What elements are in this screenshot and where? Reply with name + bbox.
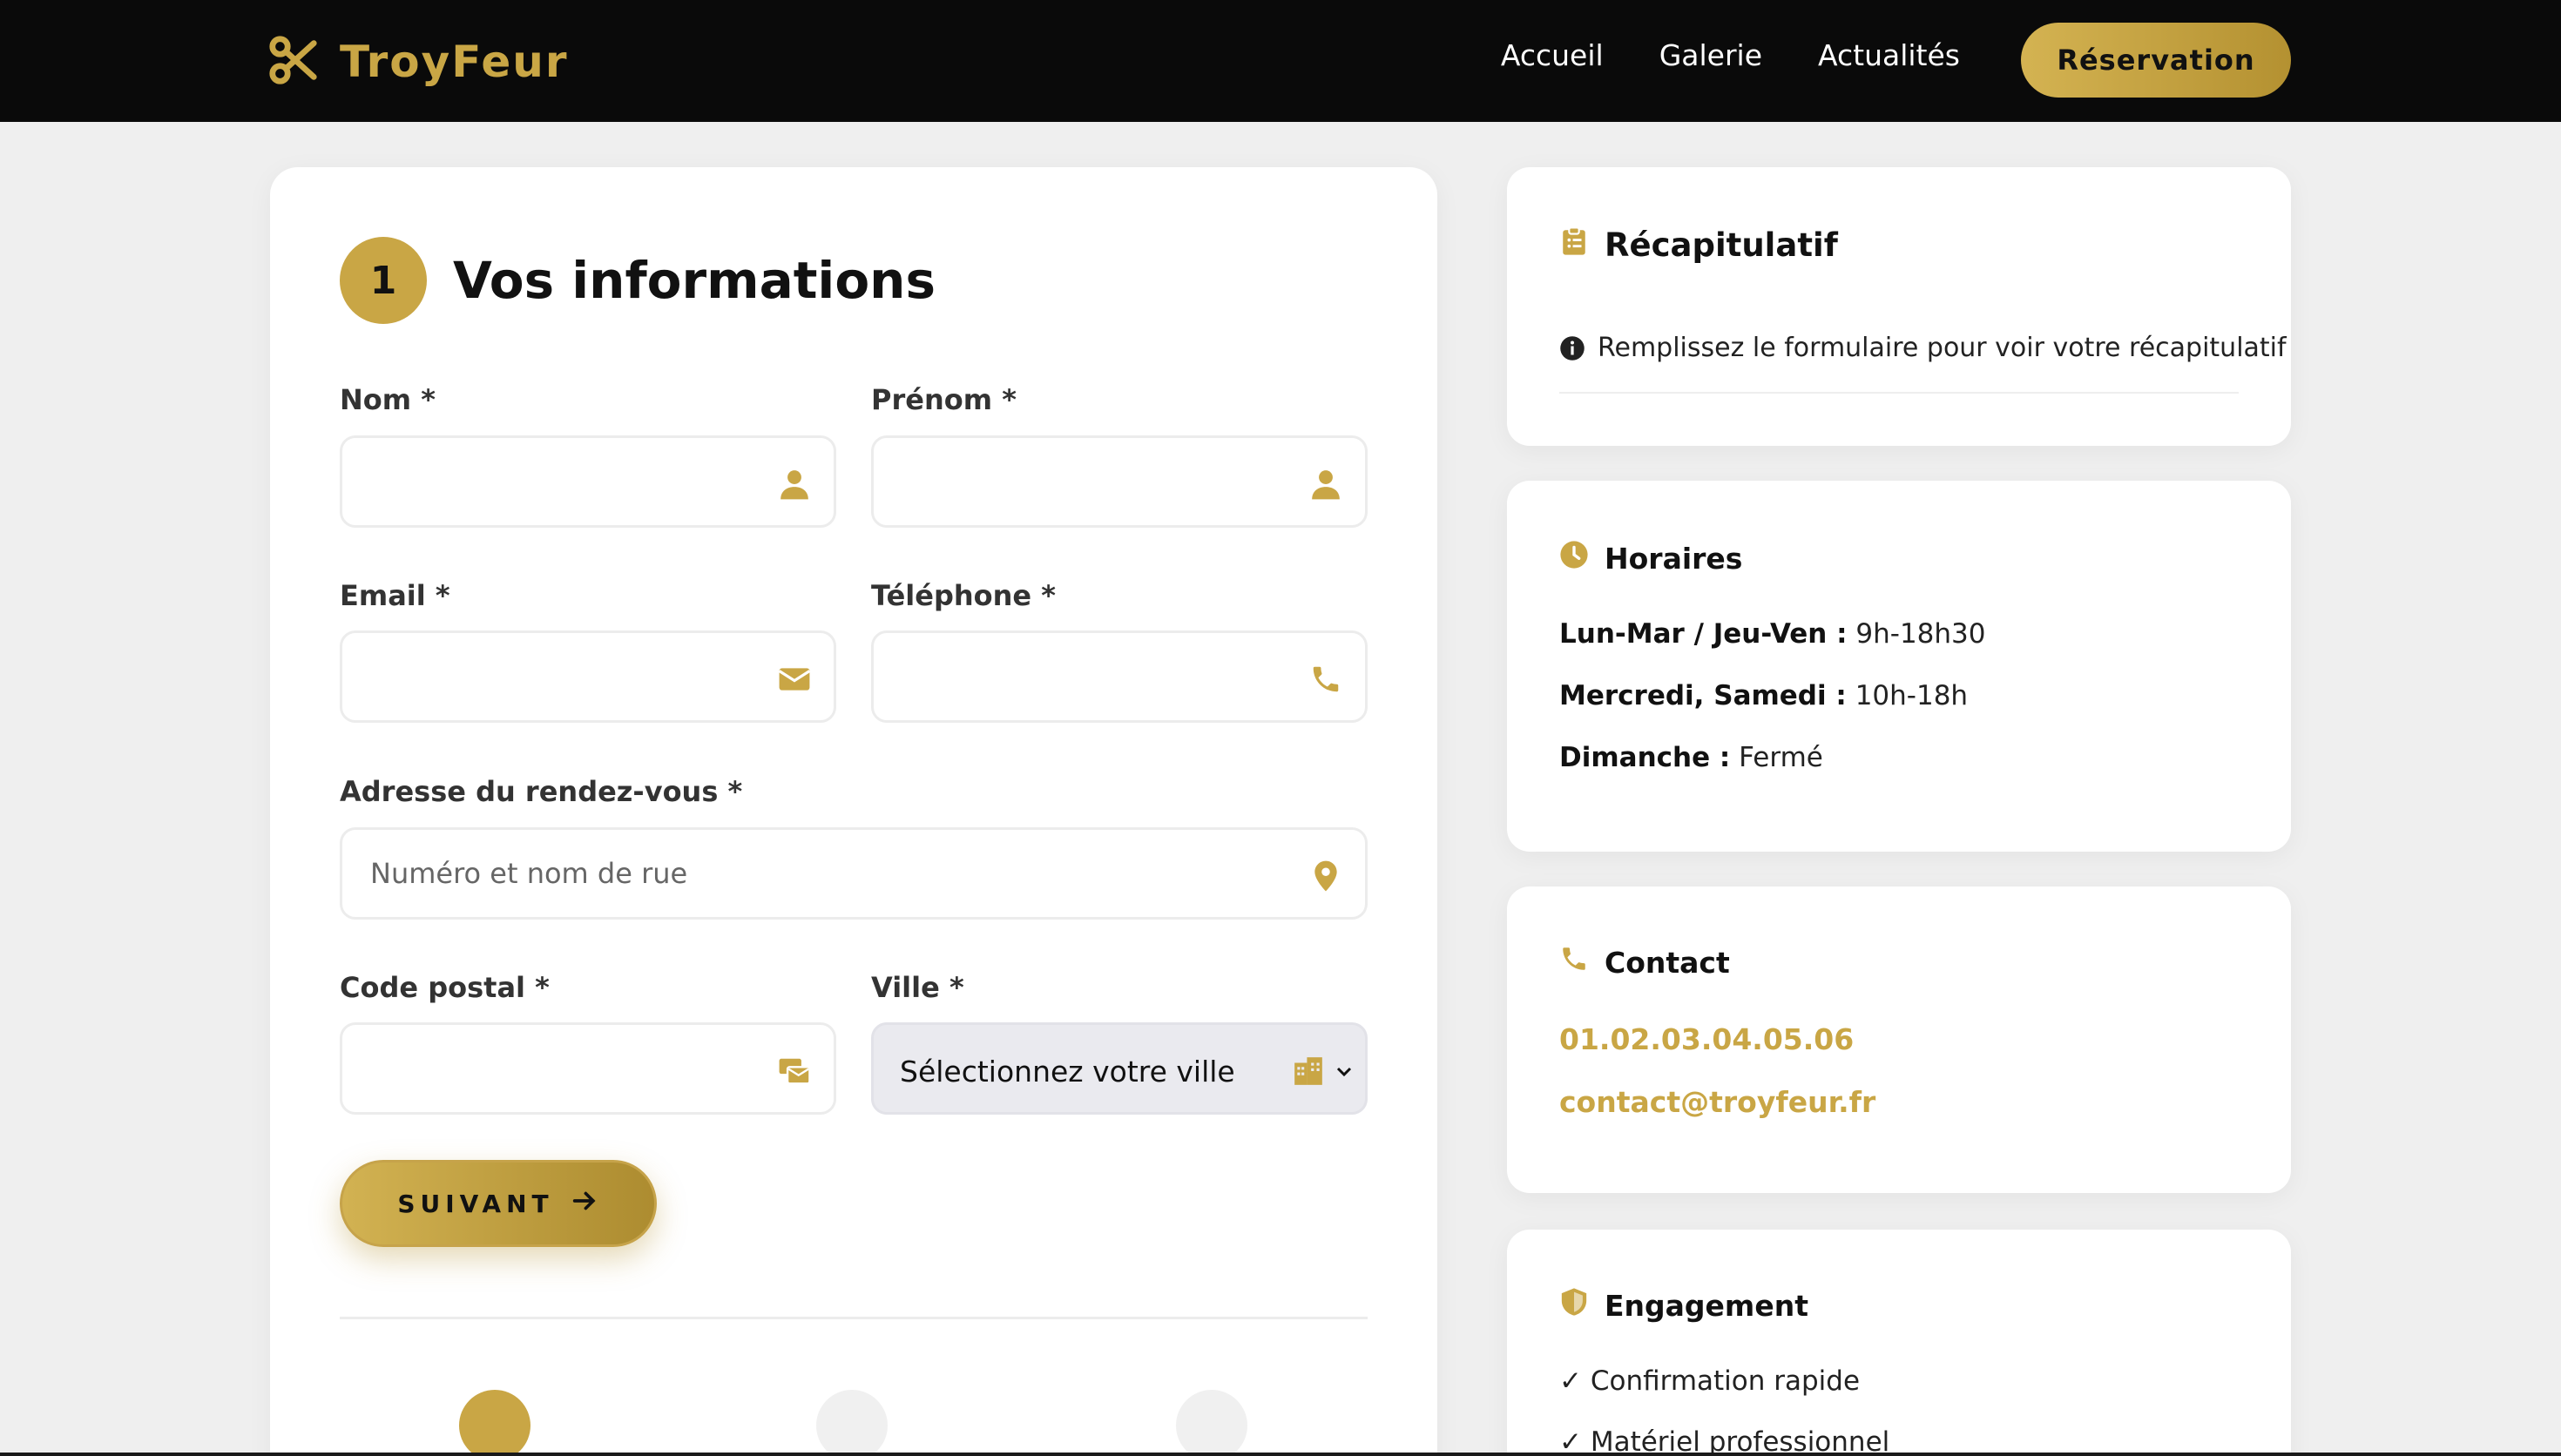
contact-email-link[interactable]: contact@troyfeur.fr: [1559, 1085, 1875, 1119]
code-postal-input[interactable]: [342, 1025, 834, 1112]
contact-title-text: Contact: [1605, 945, 1730, 980]
hours-value: Fermé: [1739, 742, 1823, 773]
code-postal-label: Code postal *: [340, 971, 550, 1004]
next-button-label: SUIVANT: [397, 1189, 554, 1218]
telephone-field[interactable]: [871, 630, 1368, 723]
reservation-button[interactable]: Réservation: [2021, 23, 2291, 98]
main-menu: Accueil Galerie Actualités: [1501, 38, 1960, 72]
hours-card: Horaires Lun-Mar / Jeu-Ven : 9h-18h30 Me…: [1507, 481, 2291, 852]
contact-phone-link[interactable]: 01.02.03.04.05.06: [1559, 1022, 1854, 1056]
hours-days: Dimanche :: [1559, 742, 1731, 773]
brand-name: TroyFeur: [340, 37, 569, 87]
hours-value: 9h-18h30: [1855, 618, 1986, 650]
viewport-bottom-edge: [0, 1453, 2561, 1456]
email-field[interactable]: [340, 630, 836, 723]
step-indicator-1: [459, 1390, 530, 1456]
email-input[interactable]: [342, 633, 834, 720]
phone-icon: [1309, 663, 1342, 696]
shield-icon: [1559, 1287, 1589, 1324]
adresse-label: Adresse du rendez-vous *: [340, 775, 743, 808]
nom-field[interactable]: [340, 435, 836, 528]
contact-card: Contact 01.02.03.04.05.06 contact@troyfe…: [1507, 886, 2291, 1193]
step-indicator-3: [1176, 1390, 1247, 1456]
map-pin-icon: [1309, 859, 1342, 893]
contact-title: Contact: [1559, 944, 1730, 981]
telephone-input[interactable]: [874, 633, 1365, 720]
engagement-title: Engagement: [1559, 1287, 1808, 1324]
hours-title: Horaires: [1559, 540, 1742, 576]
phone-icon: [1559, 944, 1589, 981]
engagement-title-text: Engagement: [1605, 1288, 1808, 1323]
form-divider: [340, 1317, 1368, 1319]
engagement-card: Engagement ✓ Confirmation rapide ✓ Matér…: [1507, 1230, 2291, 1456]
prenom-field[interactable]: [871, 435, 1368, 528]
nav-link-accueil[interactable]: Accueil: [1501, 38, 1604, 72]
user-icon: [1309, 468, 1342, 501]
clipboard-list-icon: [1559, 226, 1589, 264]
hours-title-text: Horaires: [1605, 541, 1743, 576]
envelope-icon: [778, 663, 811, 696]
nom-label: Nom *: [340, 383, 436, 416]
engagement-item: ✓ Matériel professionnel: [1559, 1426, 1890, 1456]
hours-value: 10h-18h: [1855, 680, 1969, 711]
step-header: 1 Vos informations: [340, 237, 936, 324]
booking-form-card: 1 Vos informations Nom * Prénom * Email …: [270, 167, 1437, 1456]
city-icon: [1292, 1055, 1325, 1088]
email-label: Email *: [340, 579, 450, 612]
mail-bulk-icon: [778, 1055, 811, 1088]
clock-icon: [1559, 540, 1589, 576]
recap-info: Remplissez le formulaire pour voir votre…: [1559, 333, 2287, 363]
nav-link-actualites[interactable]: Actualités: [1818, 38, 1960, 72]
user-icon: [778, 468, 811, 501]
adresse-field[interactable]: [340, 827, 1368, 920]
ville-select[interactable]: Sélectionnez votre ville: [871, 1022, 1368, 1115]
engagement-item: ✓ Confirmation rapide: [1559, 1365, 1861, 1397]
hours-row: Dimanche : Fermé: [1559, 742, 1823, 773]
brand-logo[interactable]: TroyFeur: [267, 31, 569, 92]
adresse-input[interactable]: [342, 830, 1365, 917]
hours-days: Lun-Mar / Jeu-Ven :: [1559, 618, 1848, 650]
step-indicator-2: [816, 1390, 888, 1456]
recap-title: Récapitulatif: [1559, 226, 1838, 264]
ville-label: Ville *: [871, 971, 964, 1004]
recap-divider: [1559, 392, 2239, 394]
code-postal-field[interactable]: [340, 1022, 836, 1115]
arrow-right-icon: [570, 1186, 599, 1222]
step-title: Vos informations: [453, 251, 936, 310]
prenom-label: Prénom *: [871, 383, 1017, 416]
recap-info-text: Remplissez le formulaire pour voir votre…: [1598, 333, 2287, 363]
telephone-label: Téléphone *: [871, 579, 1056, 612]
prenom-input[interactable]: [874, 438, 1365, 525]
chevron-down-icon: [1334, 1062, 1355, 1082]
step-number-badge: 1: [340, 237, 427, 324]
top-navbar: TroyFeur Accueil Galerie Actualités Rése…: [0, 0, 2561, 122]
scissors-icon: [267, 33, 321, 91]
hours-days: Mercredi, Samedi :: [1559, 680, 1847, 711]
hours-row: Lun-Mar / Jeu-Ven : 9h-18h30: [1559, 618, 1986, 650]
nav-link-galerie[interactable]: Galerie: [1659, 38, 1762, 72]
info-circle-icon: [1559, 335, 1585, 361]
recap-title-text: Récapitulatif: [1605, 226, 1838, 264]
recap-card: Récapitulatif Remplissez le formulaire p…: [1507, 167, 2291, 446]
nom-input[interactable]: [342, 438, 834, 525]
ville-selected-value: Sélectionnez votre ville: [900, 1055, 1235, 1089]
next-button[interactable]: SUIVANT: [340, 1160, 657, 1247]
hours-row: Mercredi, Samedi : 10h-18h: [1559, 680, 1968, 711]
